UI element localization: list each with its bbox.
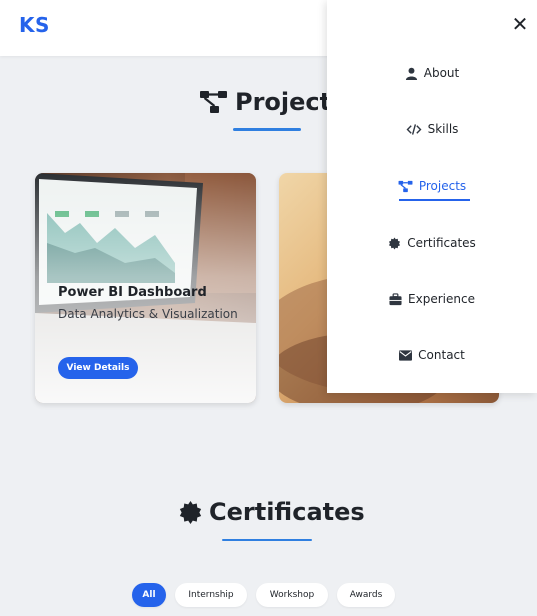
certificates-title-underline bbox=[222, 539, 312, 541]
filter-workshop[interactable]: Workshop bbox=[256, 583, 328, 607]
user-icon bbox=[405, 67, 417, 80]
briefcase-icon bbox=[389, 292, 402, 305]
menu-item-contact[interactable]: Contact bbox=[327, 345, 537, 365]
menu-item-skills[interactable]: Skills bbox=[327, 119, 537, 139]
logo[interactable]: KS bbox=[19, 13, 50, 37]
menu-item-certificates[interactable]: Certificates bbox=[327, 233, 537, 253]
card-description: Data Analytics & Visualization bbox=[58, 307, 238, 321]
projects-title-underline bbox=[233, 128, 301, 131]
menu-item-projects[interactable]: Projects bbox=[327, 176, 537, 196]
menu-label-about: About bbox=[423, 66, 460, 80]
view-details-button[interactable]: View Details bbox=[58, 357, 138, 379]
menu-item-about[interactable]: About bbox=[327, 63, 537, 83]
menu-label-projects: Projects bbox=[418, 179, 467, 193]
menu-label-certificates: Certificates bbox=[407, 236, 476, 250]
active-menu-underline bbox=[399, 199, 470, 201]
certificate-filters: All Internship Workshop Awards bbox=[132, 583, 395, 607]
code-icon bbox=[406, 123, 422, 135]
menu-label-skills: Skills bbox=[427, 122, 459, 136]
menu-item-experience[interactable]: Experience bbox=[327, 289, 537, 309]
menu-label-experience: Experience bbox=[408, 292, 475, 306]
filter-internship[interactable]: Internship bbox=[175, 583, 247, 607]
projects-section-title: Projects bbox=[199, 88, 345, 116]
certificates-heading: Certificates bbox=[209, 498, 365, 526]
certificate-icon bbox=[389, 237, 401, 249]
card-text: Power BI Dashboard Data Analytics & Visu… bbox=[58, 285, 238, 324]
project-card-power-bi[interactable]: Power BI Dashboard Data Analytics & Visu… bbox=[35, 173, 256, 403]
envelope-icon bbox=[399, 349, 413, 361]
project-diagram-icon bbox=[200, 91, 227, 113]
menu-label-contact: Contact bbox=[418, 348, 465, 362]
filter-awards[interactable]: Awards bbox=[337, 583, 395, 607]
nav-menu-panel: ✕ About Skills Projects Certificates Exp… bbox=[327, 0, 537, 393]
close-icon[interactable]: ✕ bbox=[510, 14, 530, 34]
filter-all[interactable]: All bbox=[132, 583, 166, 607]
certificate-icon bbox=[179, 500, 202, 524]
card-title: Power BI Dashboard bbox=[58, 285, 207, 300]
certificates-section-title: Certificates bbox=[178, 498, 365, 526]
project-diagram-icon bbox=[398, 180, 413, 192]
